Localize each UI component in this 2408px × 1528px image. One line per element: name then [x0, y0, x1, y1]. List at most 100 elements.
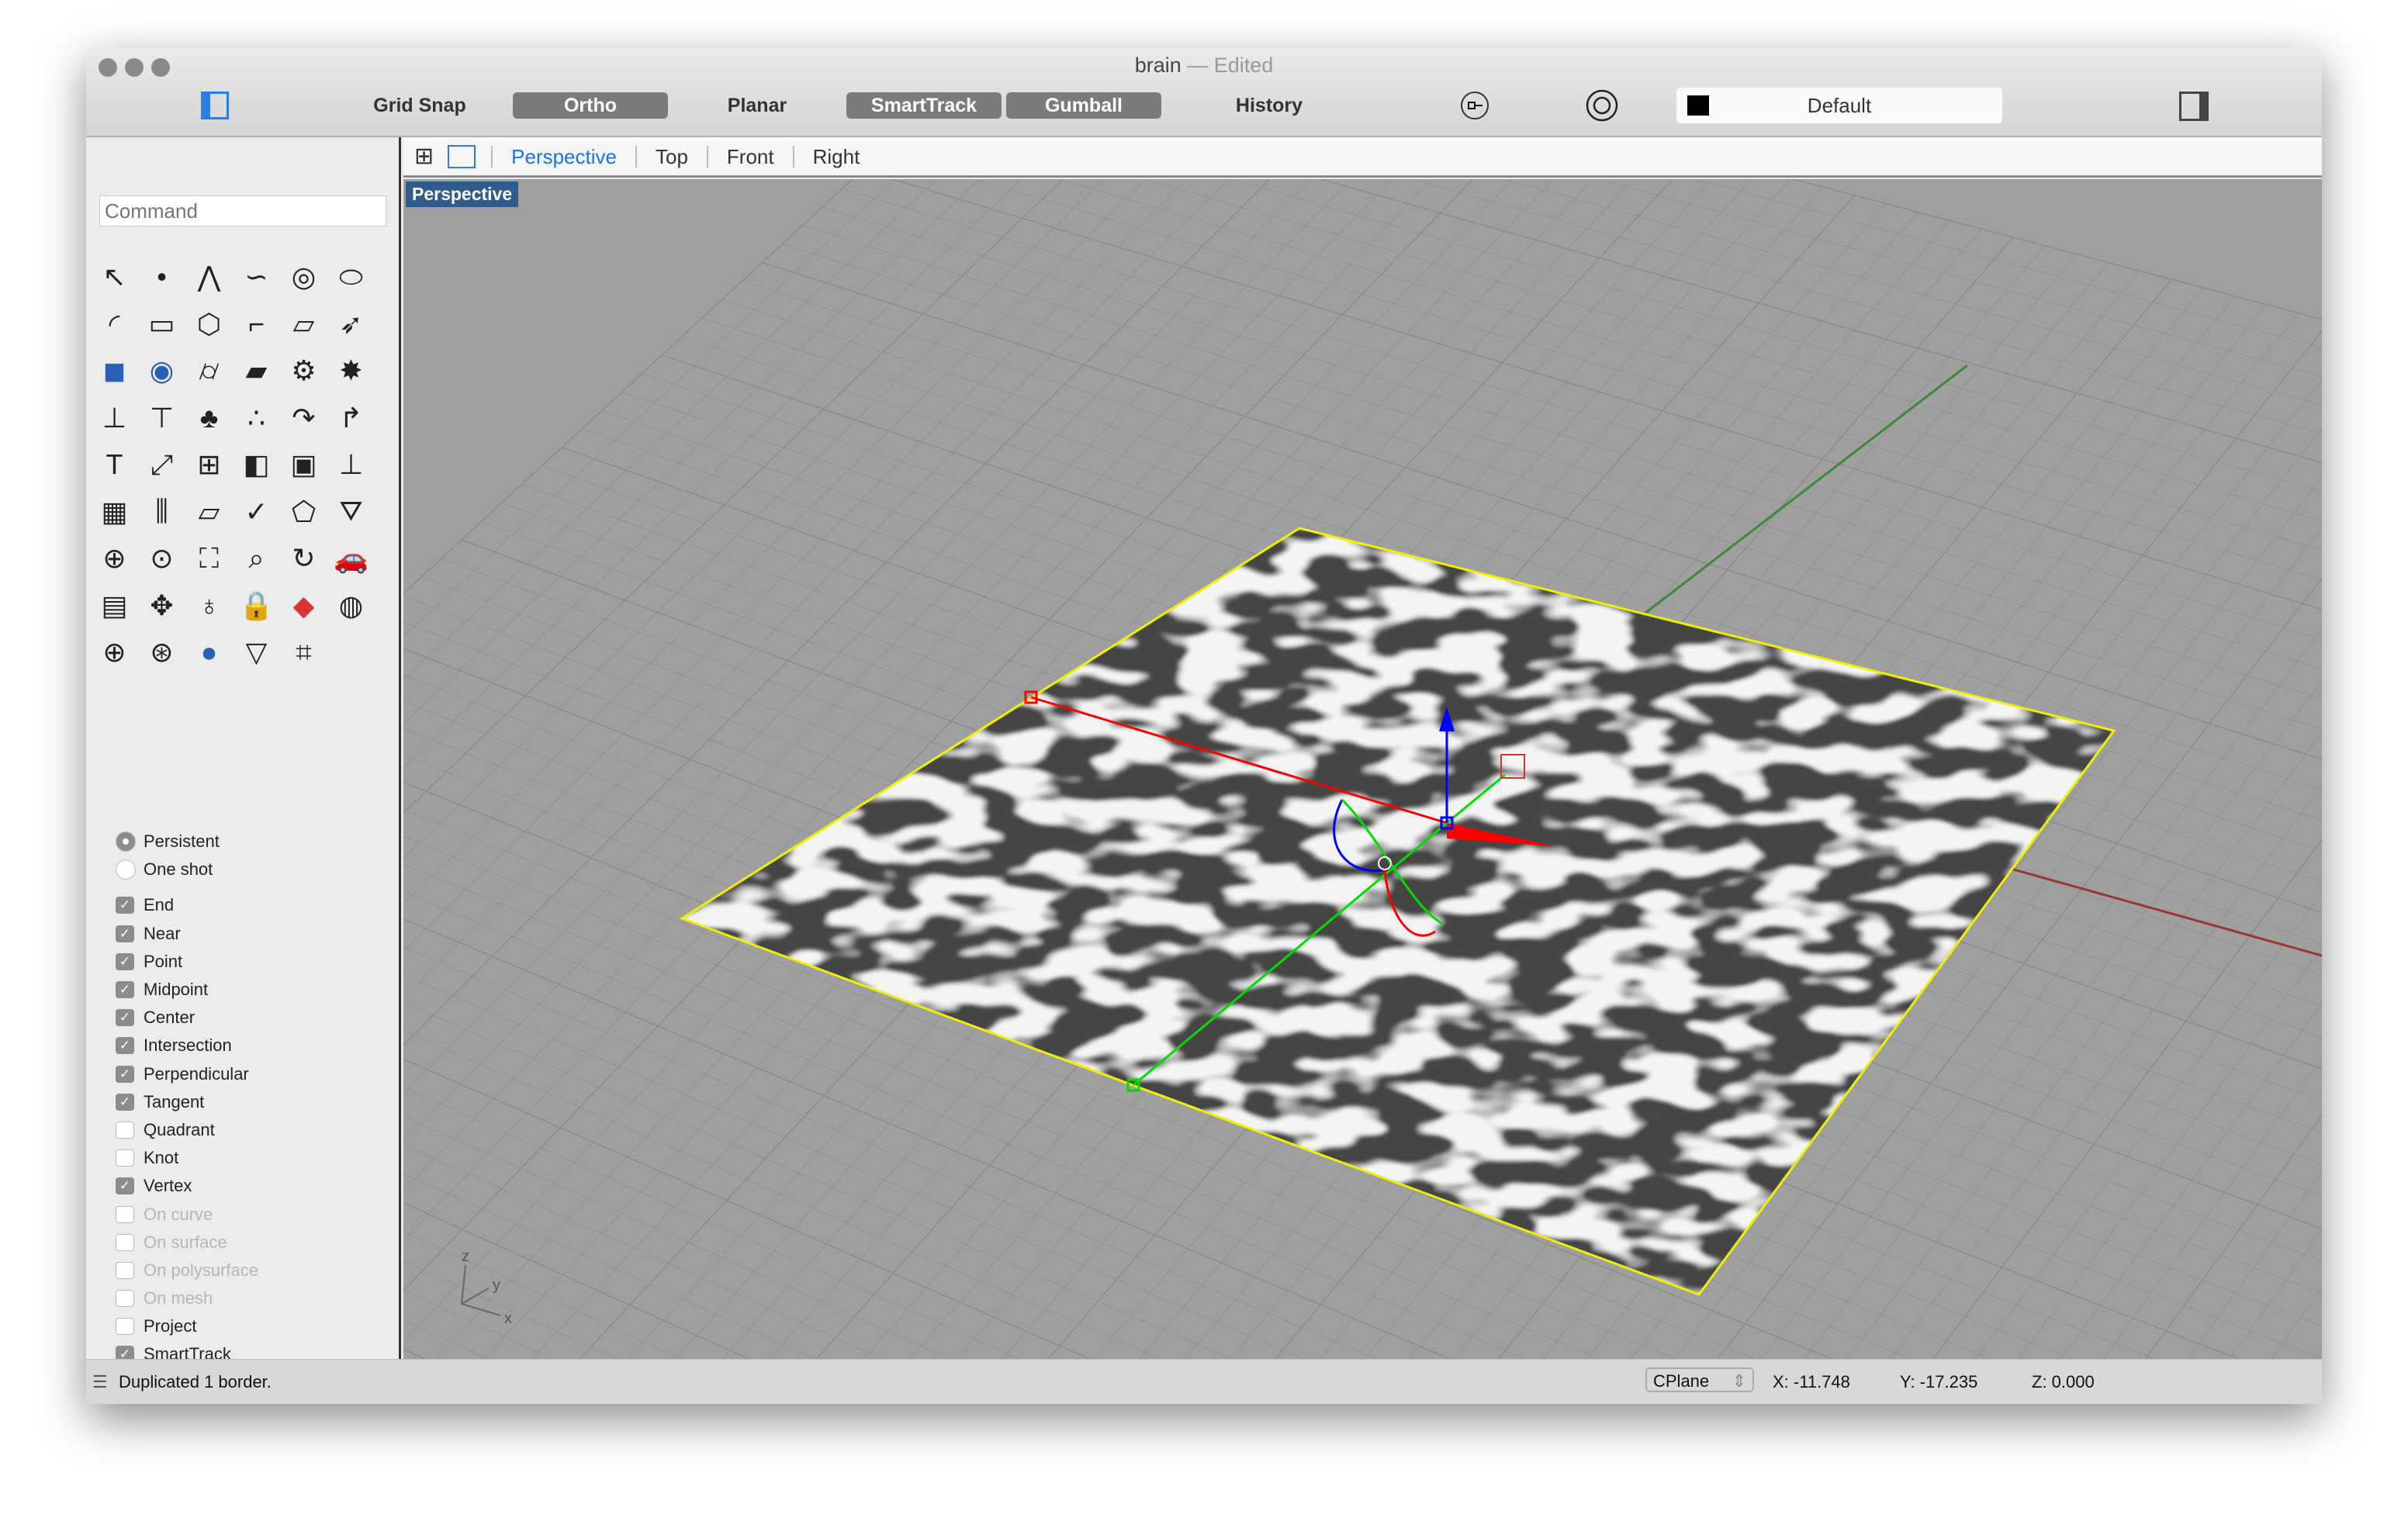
transform-icon[interactable]: ⌗ [280, 629, 327, 676]
layers-icon[interactable]: ▤ [91, 583, 138, 630]
project-icon[interactable]: ⬠ [280, 489, 327, 536]
smarttrack-toggle[interactable]: SmartTrack [846, 92, 1002, 119]
ortho-toggle[interactable]: Ortho [513, 92, 668, 119]
gumball-toggle[interactable]: Gumball [1006, 92, 1161, 119]
checkbox[interactable] [116, 1121, 134, 1139]
perspective-viewport[interactable]: z y x Perspective [403, 179, 2322, 1359]
checkbox[interactable]: ✓ [116, 925, 134, 942]
polygon-icon[interactable]: ⬡ [185, 301, 233, 348]
plane-surface-icon[interactable]: ▰ [233, 347, 280, 395]
fillet-curve-icon[interactable]: ⌐ [233, 301, 280, 348]
osnap-mode-persistent[interactable]: Persistent [116, 828, 258, 856]
osnap-intersection[interactable]: ✓ Intersection [116, 1032, 258, 1060]
array-icon[interactable]: ⊞ [185, 441, 233, 489]
radio-button[interactable] [116, 831, 136, 852]
osnap-perpendicular[interactable]: ✓ Perpendicular [116, 1060, 258, 1088]
osnap-end[interactable]: ✓ End [116, 891, 258, 919]
zoom-selected-icon[interactable]: ⌕ [233, 535, 280, 583]
mirror-icon[interactable]: ◧ [233, 441, 280, 489]
point-icon[interactable]: • [138, 254, 185, 301]
inspector-toggle-icon[interactable] [2179, 92, 2209, 121]
zoom-window-icon[interactable]: ⊙ [138, 535, 185, 583]
checkbox[interactable]: ✓ [116, 952, 134, 970]
radio-button[interactable] [116, 859, 136, 880]
viewport-scene[interactable]: z y x [403, 179, 2322, 1359]
checkbox[interactable]: ✓ [116, 1093, 134, 1111]
osnap-smarttrack[interactable]: ✓ SmartTrack [116, 1340, 258, 1359]
sweep-icon[interactable]: ➶ [327, 301, 375, 348]
boolean-icon[interactable]: ♣ [185, 395, 233, 442]
polyline-icon[interactable]: ⋀ [185, 254, 233, 301]
gear-icon[interactable]: ⚙ [280, 347, 327, 395]
checkbox[interactable] [116, 1318, 134, 1336]
brain-surface[interactable] [682, 528, 2117, 1296]
arc-icon[interactable]: ◜ [91, 301, 138, 348]
tab-perspective[interactable]: Perspective [491, 145, 635, 168]
record-history-icon[interactable] [1585, 88, 1619, 123]
select-arrow-icon[interactable]: ↖ [91, 254, 138, 301]
grid-snap-toggle[interactable]: Grid Snap [362, 92, 478, 119]
osnap-vertex[interactable]: ✓ Vertex [116, 1172, 258, 1200]
checkbox[interactable] [116, 1149, 134, 1167]
surface-icon[interactable]: ▱ [280, 301, 327, 348]
osnap-point[interactable]: ✓ Point [116, 948, 258, 976]
paint-icon[interactable]: ⛛ [327, 489, 375, 536]
extrude-icon[interactable]: ▣ [280, 441, 327, 489]
car-icon[interactable]: 🚗 [327, 535, 375, 583]
light-icon[interactable]: ♁ [185, 583, 233, 630]
move-icon[interactable]: ✥ [138, 583, 185, 630]
globe-grid-icon[interactable]: ⊛ [138, 629, 185, 676]
shear-icon[interactable]: ▱ [185, 489, 233, 536]
checkbox[interactable]: ✓ [116, 1037, 134, 1055]
osnap-quadrant[interactable]: Quadrant [116, 1116, 258, 1144]
checkbox[interactable]: ✓ [116, 1009, 134, 1027]
checkbox[interactable]: ✓ [116, 1065, 134, 1083]
history-toggle[interactable]: History [1219, 92, 1320, 119]
four-viewports-icon[interactable]: ⊞ [414, 143, 434, 170]
point-cone-icon[interactable]: ▽ [233, 629, 280, 676]
trim-icon[interactable]: ⊤ [138, 395, 185, 442]
planar-toggle[interactable]: Planar [714, 92, 800, 119]
osnap-tangent[interactable]: ✓ Tangent [116, 1088, 258, 1116]
osnap-midpoint[interactable]: ✓ Midpoint [116, 976, 258, 1004]
explode-icon[interactable]: ✸ [327, 347, 375, 395]
color-wheel-icon[interactable]: ◍ [327, 583, 375, 630]
viewport-label[interactable]: Perspective [406, 181, 519, 207]
render-icon[interactable]: ◆ [280, 583, 327, 630]
zoom-in-icon[interactable]: ⊕ [91, 535, 138, 583]
command-history-icon[interactable]: ☰ [92, 1372, 108, 1392]
layer-selector[interactable]: Default [1676, 88, 2002, 123]
render-sphere-icon[interactable]: ● [185, 629, 233, 676]
dimension-icon[interactable]: ⊥ [327, 441, 375, 489]
tab-top[interactable]: Top [635, 145, 707, 168]
text-icon[interactable]: T [91, 441, 138, 489]
ellipse-icon[interactable]: ⬭ [327, 254, 375, 301]
tab-front[interactable]: Front [706, 145, 793, 168]
sidebar-toggle-icon[interactable] [201, 92, 229, 119]
osnap-knot[interactable]: Knot [116, 1144, 258, 1172]
scale-icon[interactable]: ⤢ [138, 441, 185, 489]
osnap-project[interactable]: Project [116, 1312, 258, 1340]
command-input[interactable] [99, 195, 386, 226]
checkbox[interactable]: ✓ [116, 1177, 134, 1195]
group-icon[interactable]: ∴ [233, 395, 280, 442]
box-icon[interactable]: ◼ [91, 347, 138, 395]
circle-icon[interactable]: ◎ [280, 254, 327, 301]
tab-right[interactable]: Right [792, 145, 879, 168]
checkbox[interactable]: ✓ [116, 1346, 134, 1359]
grid-array-icon[interactable]: ▦ [91, 489, 138, 536]
sphere-wire-icon[interactable]: ⊕ [91, 629, 138, 676]
osnap-near[interactable]: ✓ Near [116, 920, 258, 948]
check-icon[interactable]: ✓ [233, 489, 280, 536]
checkbox[interactable]: ✓ [116, 897, 134, 914]
extend-icon[interactable]: ↱ [327, 395, 375, 442]
align-icon[interactable]: ⫼ [138, 489, 185, 536]
curve-icon[interactable]: ∽ [233, 254, 280, 301]
rectangle-icon[interactable]: ▭ [138, 301, 185, 348]
osnap-icon[interactable] [1459, 90, 1490, 121]
offset-icon[interactable]: ↷ [280, 395, 327, 442]
single-viewport-icon[interactable] [448, 144, 476, 168]
osnap-center[interactable]: ✓ Center [116, 1004, 258, 1032]
cylinder-icon[interactable]: ⌭ [185, 347, 233, 395]
split-icon[interactable]: ⊥ [91, 395, 138, 442]
